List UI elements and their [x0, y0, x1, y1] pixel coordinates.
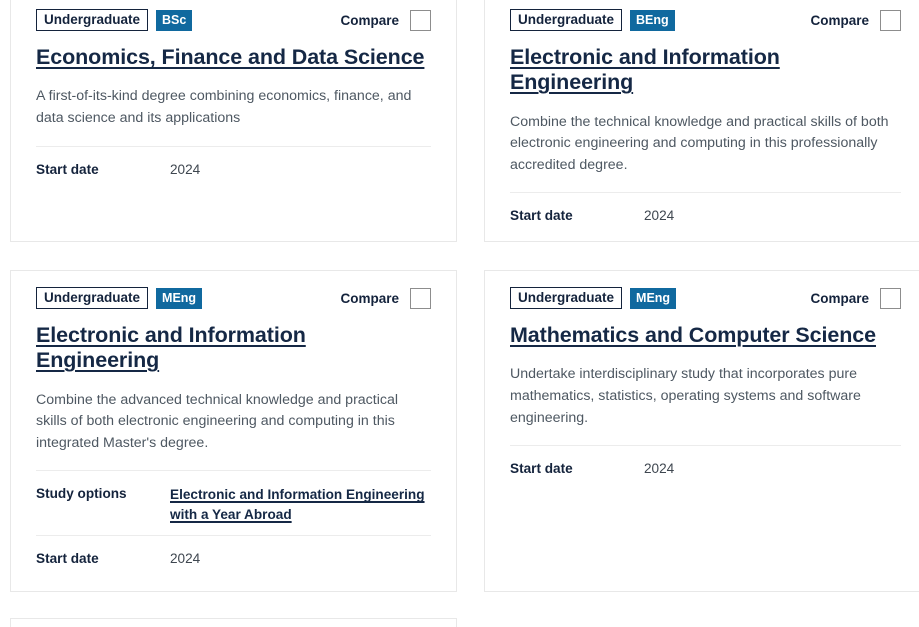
study-option-link[interactable]: Electronic and Information Engineering w… — [170, 485, 431, 524]
course-card-body: Undergraduate MEng Compare Mathematics a… — [485, 271, 919, 488]
degree-badge: BEng — [630, 9, 675, 31]
course-title-link[interactable]: Mathematics and Computer Science — [510, 323, 901, 348]
course-detail-list: Start date 2024 — [510, 192, 901, 235]
course-card-partial[interactable] — [10, 618, 457, 627]
detail-label: Start date — [510, 461, 573, 477]
detail-row: Study options Electronic and Information… — [36, 470, 431, 534]
compare-label: Compare — [340, 12, 399, 28]
compare-control[interactable]: Compare — [340, 9, 431, 31]
compare-checkbox[interactable] — [410, 9, 431, 31]
level-tag[interactable]: Undergraduate — [510, 9, 623, 31]
compare-control[interactable]: Compare — [810, 9, 901, 31]
course-description: Combine the advanced technical knowledge… — [36, 391, 399, 451]
course-card-meta: Undergraduate MEng Compare — [510, 287, 901, 309]
course-card-meta: Undergraduate MEng Compare — [36, 287, 431, 309]
detail-label: Start date — [36, 550, 99, 566]
detail-row: Start date 2024 — [510, 445, 901, 488]
course-card[interactable]: Undergraduate MEng Compare Electronic an… — [10, 270, 457, 592]
course-detail-list: Study options Electronic and Information… — [36, 470, 431, 578]
course-card-meta: Undergraduate BSc Compare — [36, 9, 431, 31]
course-card-body: Undergraduate MEng Compare Electronic an… — [11, 271, 456, 578]
course-description: Undertake interdisciplinary study that i… — [510, 366, 861, 426]
detail-row: Start date 2024 — [510, 192, 901, 235]
compare-control[interactable]: Compare — [810, 287, 901, 309]
detail-value: 2024 — [170, 161, 201, 177]
course-card-meta: Undergraduate BEng Compare — [510, 9, 901, 31]
course-description: Combine the technical knowledge and prac… — [510, 113, 889, 173]
detail-label: Start date — [510, 208, 573, 224]
detail-row: Start date 2024 — [36, 145, 431, 189]
compare-checkbox[interactable] — [410, 287, 431, 309]
course-title-link[interactable]: Economics, Finance and Data Science — [36, 45, 431, 70]
level-tag[interactable]: Undergraduate — [510, 287, 623, 309]
compare-label: Compare — [340, 290, 399, 306]
course-title-link[interactable]: Electronic and Information Engineering — [36, 323, 431, 374]
compare-label: Compare — [810, 290, 869, 306]
level-tag[interactable]: Undergraduate — [36, 287, 149, 309]
course-card[interactable]: Undergraduate BEng Compare Electronic an… — [484, 0, 919, 242]
level-tag[interactable]: Undergraduate — [36, 9, 149, 31]
compare-control[interactable]: Compare — [340, 287, 431, 309]
course-card-body: Undergraduate BEng Compare Electronic an… — [485, 0, 919, 236]
course-card-body: Undergraduate BSc Compare Economics, Fin… — [11, 0, 456, 189]
detail-value: 2024 — [170, 550, 201, 566]
detail-row: Start date 2024 — [36, 534, 431, 578]
degree-badge: MEng — [156, 287, 203, 309]
course-detail-list: Start date 2024 — [36, 145, 431, 189]
compare-checkbox[interactable] — [880, 9, 901, 31]
course-results-grid: Undergraduate BSc Compare Economics, Fin… — [0, 0, 919, 627]
detail-label: Start date — [36, 161, 99, 177]
compare-checkbox[interactable] — [880, 287, 901, 309]
compare-label: Compare — [810, 12, 869, 28]
course-title-link[interactable]: Electronic and Information Engineering — [510, 45, 901, 96]
course-card[interactable]: Undergraduate MEng Compare Mathematics a… — [484, 270, 919, 592]
course-description: A first-of-its-kind degree combining eco… — [36, 88, 412, 126]
detail-value: 2024 — [644, 461, 675, 477]
detail-value: 2024 — [644, 208, 675, 224]
degree-badge: MEng — [630, 287, 677, 309]
course-card[interactable]: Undergraduate BSc Compare Economics, Fin… — [10, 0, 457, 242]
course-detail-list: Start date 2024 — [510, 445, 901, 488]
degree-badge: BSc — [156, 9, 193, 31]
detail-label: Study options — [36, 486, 127, 502]
